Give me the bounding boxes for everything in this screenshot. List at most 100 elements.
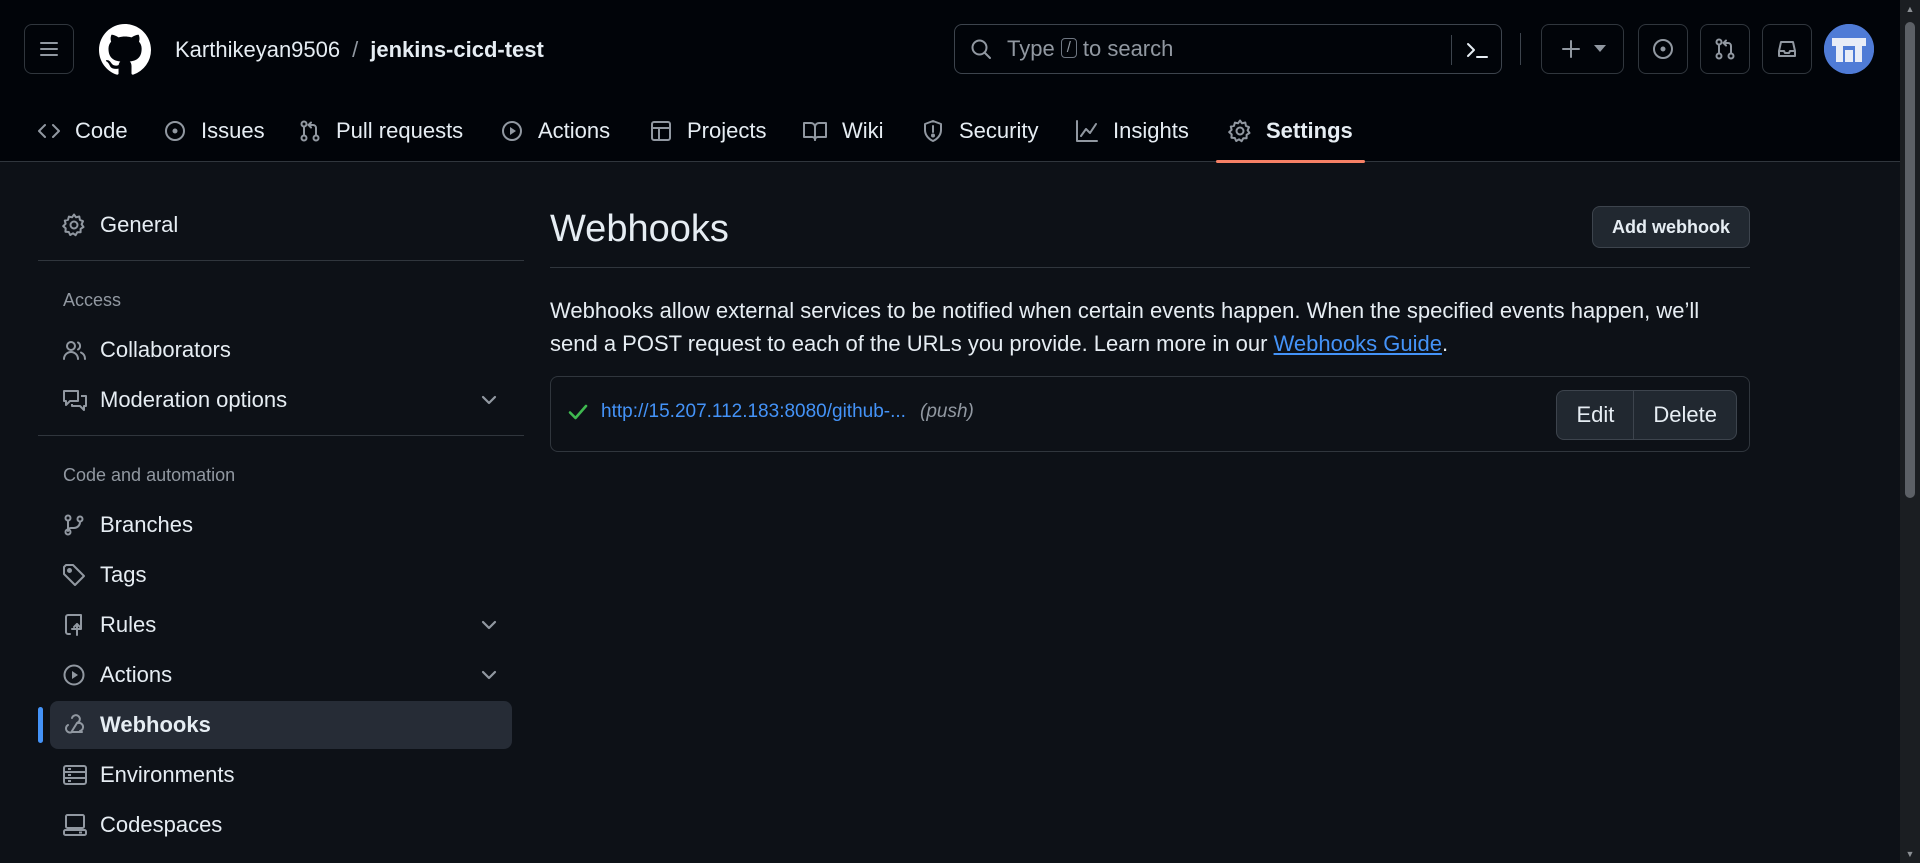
tab-settings[interactable]: Settings [1216, 100, 1365, 163]
top-bar: Karthikeyan9506 / jenkins-cicd-test Type… [0, 0, 1900, 100]
sidebar-item-environments[interactable]: Environments [50, 751, 512, 799]
tab-actions[interactable]: Actions [500, 100, 610, 162]
search-input[interactable]: Type / to search [954, 24, 1502, 74]
sidebar-item-actions[interactable]: Actions [50, 651, 512, 699]
git-pull-request-icon [1715, 38, 1735, 60]
inbox-button[interactable] [1762, 24, 1812, 74]
tab-label: Wiki [842, 118, 884, 143]
server-icon [62, 763, 88, 787]
check-icon [567, 401, 589, 423]
people-icon [62, 338, 88, 362]
tab-label: Code [75, 118, 128, 143]
tab-pull-requests[interactable]: Pull requests [298, 100, 463, 162]
slash-key-hint: / [1060, 38, 1077, 58]
add-webhook-button[interactable]: Add webhook [1592, 206, 1750, 248]
scroll-up-arrow-icon[interactable]: ▲ [1905, 4, 1915, 14]
repo-push-icon [62, 613, 88, 637]
inbox-icon [1778, 41, 1796, 57]
sidebar-divider [38, 435, 524, 436]
open-global-navigation-button[interactable] [24, 24, 74, 74]
sidebar-item-label: Rules [100, 612, 157, 637]
sidebar-heading-access: Access [63, 290, 122, 310]
sidebar-item-webhooks[interactable]: Webhooks [50, 701, 512, 749]
sidebar-heading-code-automation: Code and automation [63, 465, 236, 485]
sidebar-item-moderation-options[interactable]: Moderation options [50, 376, 512, 424]
chevron-down-icon [480, 394, 498, 406]
gear-icon [1228, 119, 1252, 143]
page-title: Webhooks [550, 208, 729, 250]
tab-label: Security [959, 118, 1039, 143]
sidebar-item-general[interactable]: General [50, 201, 512, 249]
tag-icon [62, 563, 88, 587]
comment-discussion-icon [62, 388, 88, 412]
active-item-indicator [38, 707, 43, 743]
issues-button[interactable] [1638, 24, 1688, 74]
terminal-icon [1466, 43, 1488, 58]
sidebar-item-label: Webhooks [100, 712, 211, 737]
sidebar-item-partial[interactable] [50, 851, 512, 863]
webhooks-guide-link[interactable]: Webhooks Guide [1274, 331, 1442, 356]
user-avatar[interactable] [1824, 24, 1874, 74]
git-pull-request-icon [298, 119, 322, 143]
sidebar-item-label: Codespaces [100, 812, 223, 837]
scrollbar-thumb[interactable] [1905, 22, 1915, 498]
codespaces-icon [62, 813, 88, 837]
tab-label: Projects [687, 118, 767, 143]
shield-icon [921, 119, 945, 143]
tab-label: Settings [1266, 118, 1353, 143]
sidebar-item-tags[interactable]: Tags [50, 551, 512, 599]
code-icon [37, 119, 61, 143]
tab-wiki[interactable]: Wiki [802, 100, 884, 162]
command-palette-button[interactable] [1451, 35, 1501, 65]
sidebar-divider [38, 260, 524, 261]
chevron-down-icon [480, 669, 498, 681]
gear-icon [62, 213, 88, 237]
webhook-events: (push) [920, 401, 974, 422]
delete-webhook-button[interactable]: Delete [1634, 391, 1736, 439]
chevron-down-icon [480, 619, 498, 631]
tab-issues[interactable]: Issues [163, 100, 265, 162]
search-placeholder-suffix: to search [1082, 36, 1174, 61]
create-new-button[interactable] [1541, 24, 1624, 74]
repo-tabs: Code Issues Pull requests Actions Projec… [0, 100, 1900, 163]
tab-security[interactable]: Security [921, 100, 1038, 162]
tab-label: Issues [201, 118, 265, 143]
edit-webhook-button[interactable]: Edit [1557, 391, 1635, 439]
sidebar-item-label: Environments [100, 762, 235, 787]
tab-label: Pull requests [336, 118, 464, 143]
tab-code[interactable]: Code [37, 100, 128, 162]
webhook-url-link[interactable]: http://15.207.112.183:8080/github-... [601, 401, 906, 423]
git-branch-icon [62, 513, 88, 537]
hamburger-icon [40, 42, 58, 56]
sidebar-item-rules[interactable]: Rules [50, 601, 512, 649]
title-divider [550, 267, 1750, 268]
scroll-down-arrow-icon[interactable]: ▼ [1905, 849, 1915, 859]
triangle-down-icon [1593, 45, 1606, 52]
repo-owner-link[interactable]: Karthikeyan9506 [175, 37, 340, 63]
github-logo-icon[interactable] [99, 24, 151, 76]
webhook-list-item: http://15.207.112.183:8080/github-... (p… [550, 376, 1750, 452]
tab-insights[interactable]: Insights [1075, 100, 1189, 162]
page-scrollbar[interactable]: ▲ ▼ [1900, 0, 1920, 863]
sidebar-item-label: General [100, 212, 179, 237]
repo-breadcrumb: Karthikeyan9506 / jenkins-cicd-test [175, 36, 544, 64]
search-placeholder-prefix: Type [1007, 36, 1055, 61]
tab-projects[interactable]: Projects [649, 100, 766, 162]
tab-label: Actions [538, 118, 611, 143]
play-icon [500, 119, 524, 143]
app-header: Karthikeyan9506 / jenkins-cicd-test Type… [0, 0, 1900, 163]
repo-name-link[interactable]: jenkins-cicd-test [370, 37, 544, 63]
sidebar-item-label: Actions [100, 662, 173, 687]
plus-icon [1561, 40, 1580, 58]
webhooks-description: Webhooks allow external services to be n… [550, 294, 1750, 360]
sidebar-item-collaborators[interactable]: Collaborators [50, 326, 512, 374]
sidebar-item-branches[interactable]: Branches [50, 501, 512, 549]
play-icon [62, 663, 88, 687]
book-icon [802, 119, 828, 143]
sidebar-item-codespaces[interactable]: Codespaces [50, 801, 512, 849]
header-divider [1520, 33, 1521, 65]
search-icon [969, 37, 993, 61]
pull-requests-button[interactable] [1700, 24, 1750, 74]
issue-opened-icon [1653, 39, 1673, 59]
table-icon [649, 119, 673, 143]
